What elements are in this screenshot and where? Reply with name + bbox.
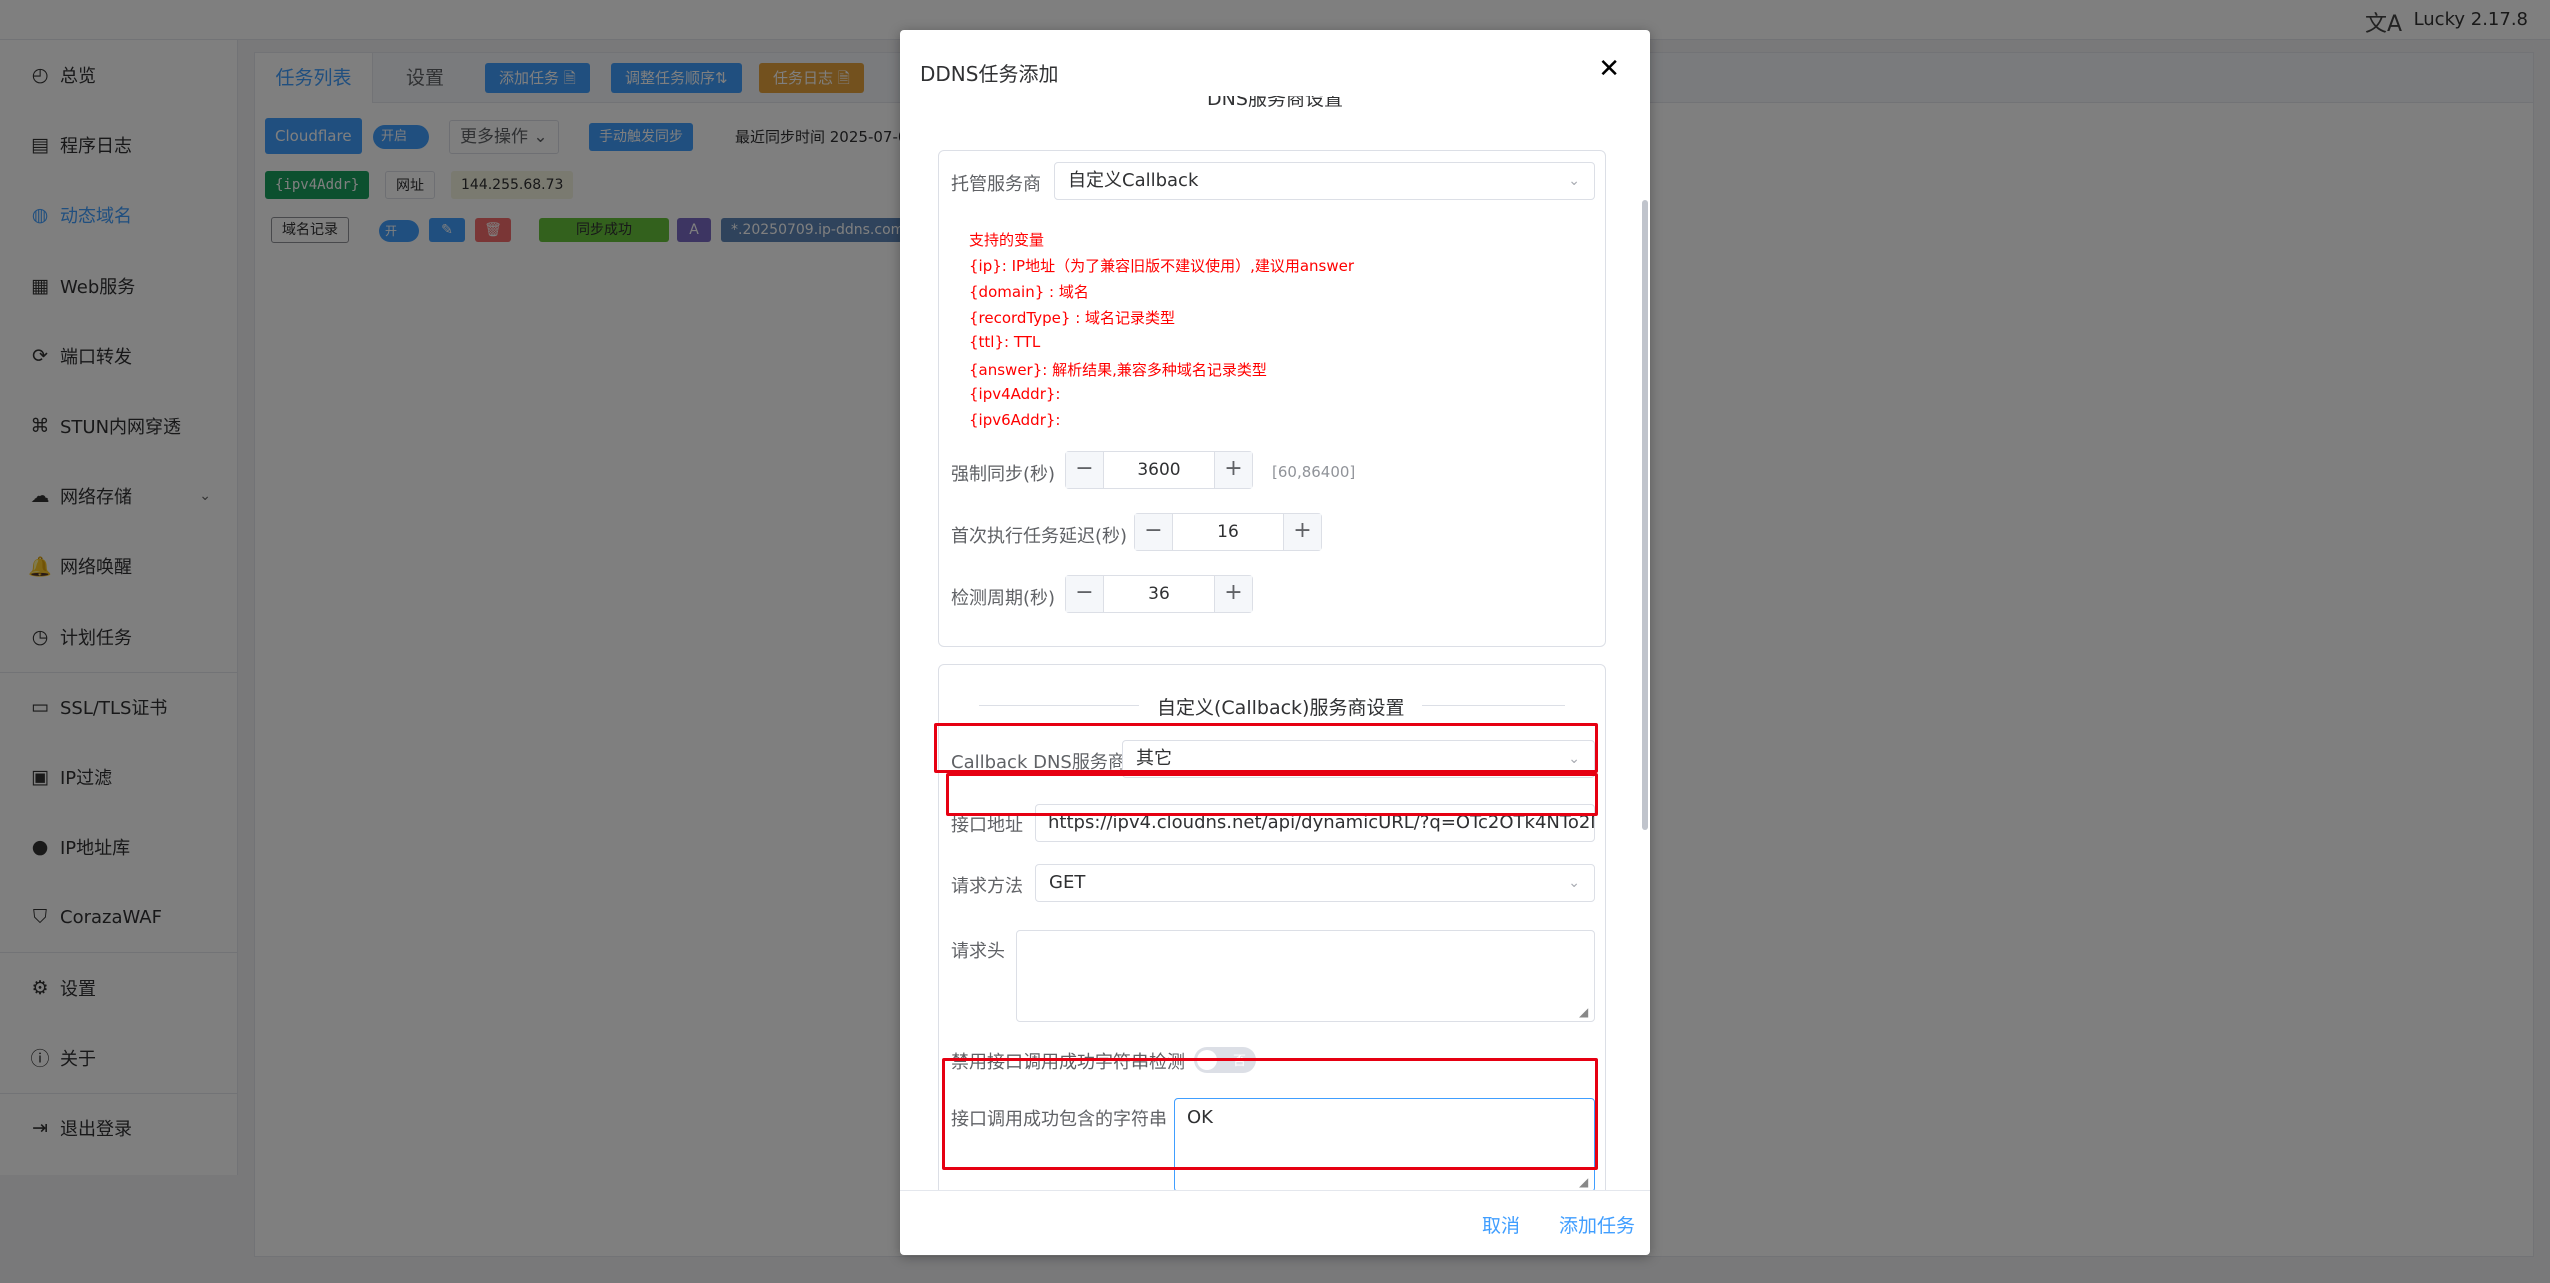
close-icon[interactable]: ✕ — [1598, 54, 1620, 84]
hosting-provider-label: 托管服务商 — [951, 174, 1041, 195]
dialog-scrollbar[interactable] — [1642, 200, 1648, 830]
callback-section-title: 自定义(Callback)服务商设置 — [1139, 693, 1423, 720]
check-period-label: 检测周期(秒) — [951, 588, 1056, 609]
toggle-knob — [1197, 1050, 1217, 1070]
var-line: {ip}: IP地址（为了兼容旧版不建议使用）,建议用answer — [969, 257, 1355, 275]
ddns-add-dialog: DDNS任务添加 ✕ DNS服务商设置 托管服务商 自定义Callback ⌄ 支… — [900, 30, 1650, 1255]
var-line: {ttl}: TTL — [969, 333, 1041, 351]
force-sync-stepper[interactable]: − 3600 + — [1065, 451, 1253, 489]
minus-icon[interactable]: − — [1066, 576, 1104, 612]
callback-provider-card: 自定义(Callback)服务商设置 Callback DNS服务商 其它 ⌄ 接… — [938, 664, 1606, 1190]
headers-textarea[interactable] — [1016, 930, 1595, 1022]
var-line: {answer}: 解析结果,兼容多种域名记录类型 — [969, 361, 1267, 379]
method-select[interactable]: GET ⌄ — [1035, 864, 1595, 902]
headers-label: 请求头 — [951, 941, 1005, 962]
chevron-down-icon: ⌄ — [1568, 173, 1580, 189]
disable-check-label: 禁用接口调用成功字符串检测 — [951, 1052, 1185, 1073]
first-delay-label: 首次执行任务延迟(秒) — [951, 526, 1128, 547]
minus-icon[interactable]: − — [1135, 514, 1173, 550]
api-url-input[interactable]: https://ipv4.cloudns.net/api/dynamicURL/… — [1035, 804, 1595, 842]
force-sync-range: [60,86400] — [1272, 463, 1356, 481]
plus-icon[interactable]: + — [1214, 576, 1252, 612]
var-line: {domain} : 域名 — [969, 283, 1089, 301]
dialog-body: DNS服务商设置 托管服务商 自定义Callback ⌄ 支持的变量 {ip}: … — [900, 96, 1650, 1190]
disable-check-toggle[interactable]: 否 — [1194, 1047, 1256, 1073]
callback-dns-select[interactable]: 其它 ⌄ — [1122, 740, 1595, 778]
dialog-title: DDNS任务添加 — [920, 62, 1059, 86]
force-sync-value[interactable]: 3600 — [1104, 452, 1214, 488]
first-delay-value[interactable]: 16 — [1173, 514, 1283, 550]
resize-grip-icon[interactable]: ◢ — [1579, 1175, 1603, 1190]
callback-dns-label: Callback DNS服务商 — [951, 752, 1126, 773]
var-line: {ipv4Addr}: — [969, 385, 1061, 403]
success-str-label: 接口调用成功包含的字符串 — [951, 1109, 1167, 1130]
hosting-provider-select[interactable]: 自定义Callback ⌄ — [1054, 162, 1595, 200]
submit-add-task-button[interactable]: 添加任务 — [1559, 1211, 1635, 1238]
force-sync-label: 强制同步(秒) — [951, 464, 1056, 485]
var-line: {recordType} : 域名记录类型 — [969, 309, 1176, 327]
check-period-value[interactable]: 36 — [1104, 576, 1214, 612]
chevron-down-icon: ⌄ — [1568, 875, 1580, 891]
dns-section-heading: DNS服务商设置 — [1207, 96, 1343, 110]
dialog-footer: 取消 添加任务 — [900, 1190, 1650, 1255]
plus-icon[interactable]: + — [1214, 452, 1252, 488]
api-url-label: 接口地址 — [951, 815, 1023, 836]
cancel-button[interactable]: 取消 — [1482, 1211, 1520, 1238]
method-label: 请求方法 — [951, 876, 1023, 897]
plus-icon[interactable]: + — [1283, 514, 1321, 550]
check-period-stepper[interactable]: − 36 + — [1065, 575, 1253, 613]
minus-icon[interactable]: − — [1066, 452, 1104, 488]
toggle-text: 否 — [1232, 1054, 1246, 1069]
vars-title: 支持的变量 — [969, 231, 1045, 249]
success-str-textarea[interactable]: OK — [1174, 1098, 1595, 1190]
dns-provider-card: 托管服务商 自定义Callback ⌄ 支持的变量 {ip}: IP地址（为了兼容… — [938, 150, 1606, 647]
var-line: {ipv6Addr}: — [969, 411, 1061, 429]
chevron-down-icon: ⌄ — [1568, 751, 1580, 767]
first-delay-stepper[interactable]: − 16 + — [1134, 513, 1322, 551]
